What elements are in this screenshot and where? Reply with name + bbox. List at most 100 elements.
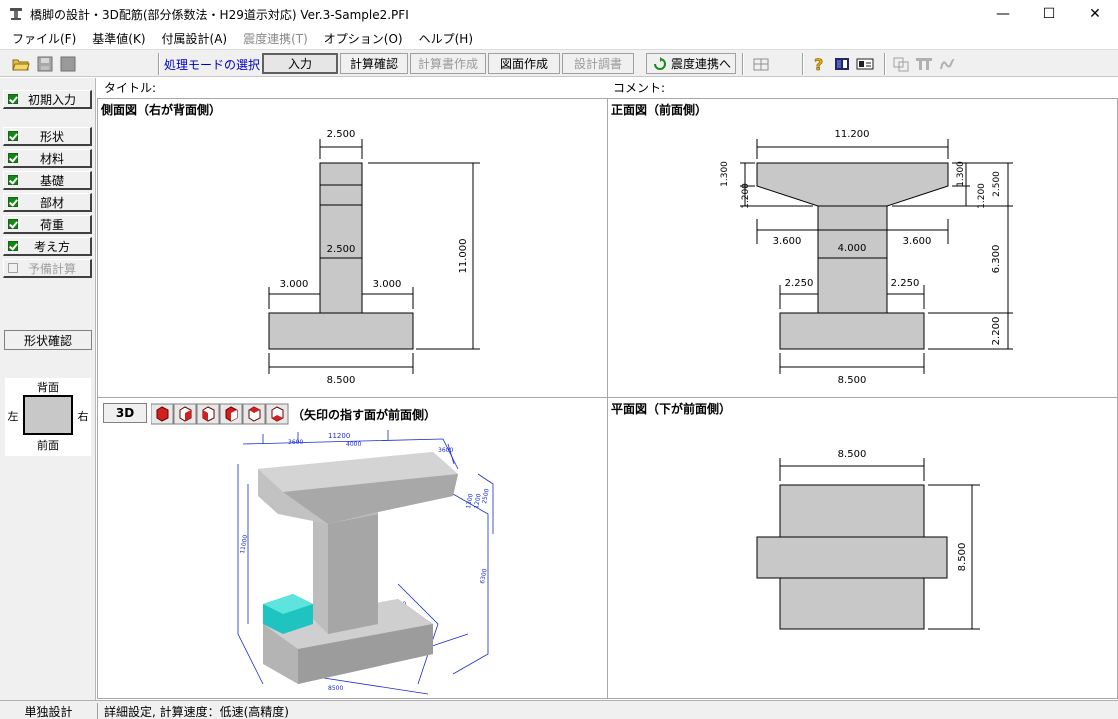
structure-icon[interactable] [750,53,772,75]
front-dim-footing: 2.200 [991,317,1002,346]
sidebar-item-approach[interactable]: 考え方 [3,237,92,256]
menu-help[interactable]: ヘルプ(H) [411,30,481,47]
input-mode-button[interactable]: 入力 [262,53,338,74]
side-view-title: 側面図（右が背面側） [101,103,222,117]
front-view-drawing: 11.200 1.300 1.200 1.300 1.200 2.500 3.6… [720,129,1013,386]
open-folder-icon[interactable] [10,53,32,75]
front-dim-h5: 2.500 [992,171,1002,197]
sidebar-item-preliminary-calc[interactable]: 予備計算 [3,259,92,278]
refresh-icon [654,56,666,70]
front-dim-inner-right: 2.250 [891,278,920,289]
close-button[interactable]: ✕ [1072,0,1118,28]
mode-select-label: 処理モードの選択 [164,58,261,72]
help-question-icon[interactable]: ? [808,53,830,75]
front-dim-h1: 1.300 [720,161,730,187]
menu-file[interactable]: ファイル(F) [4,30,84,47]
save-icon[interactable] [34,53,56,75]
view-front-cube-icon[interactable] [151,403,174,425]
orient-right: 右 [78,409,89,423]
seismic-link-label: 震度連携へ [671,57,732,71]
3d-note: （矢印の指す面が前面側） [292,408,437,422]
minimize-button[interactable]: — [980,0,1026,28]
plan-dim-right: 8.500 [957,543,968,572]
view-left-cube-icon[interactable] [219,403,243,425]
status-detail: 詳細設定, 計算速度：低速(高精度) [104,704,289,719]
menu-standard[interactable]: 基準値(K) [84,30,153,47]
checked-icon [8,219,18,229]
view-right-cube-icon[interactable] [173,403,197,425]
checked-icon [8,94,18,104]
sidebar-item-material[interactable]: 材料 [3,149,92,168]
svg-text:?: ? [814,55,823,73]
maximize-button[interactable]: ☐ [1026,0,1072,28]
sidebar-item-label: 予備計算 [27,261,76,276]
design-report-button[interactable]: 設計調書 [562,53,634,74]
app-icon [10,8,22,20]
checked-icon [8,197,18,207]
view-3d-pane: 3D （矢印の指す面が前面側） 11200 3600 4000 3600 130… [97,397,608,699]
orient-left: 左 [8,410,19,423]
spring-icon[interactable] [936,53,958,75]
plan-view-pane: 平面図（下が前面側） 8.500 8.500 [607,397,1118,699]
copy-icon[interactable] [890,53,912,75]
view-back-cube-icon[interactable] [196,403,220,425]
plan-view-title: 平面図（下が前面側） [611,402,732,416]
calc-check-button[interactable]: 計算確認 [340,53,408,74]
sidebar-item-foundation[interactable]: 基礎 [3,171,92,190]
view-top-cube-icon[interactable] [242,403,266,425]
3d-dim-l1: 3600 [288,439,303,446]
side-dim-bottom: 8.500 [327,375,356,386]
front-dim-top: 11.200 [835,129,870,140]
sidebar-item-initial-input[interactable]: 初期入力 [3,90,92,109]
sidebar-item-member[interactable]: 部材 [3,193,92,212]
side-dim-top: 2.500 [327,129,356,140]
3d-dim-v2: 6300 [479,568,489,584]
checked-icon [8,241,18,251]
seismic-link-button[interactable]: 震度連携へ [646,53,736,74]
view-cube-icons [151,403,289,425]
front-dim-right: 3.600 [903,236,932,247]
side-dim-mid: 2.500 [327,244,356,255]
orient-front: 前面 [37,438,59,452]
side-view-drawing: 2.500 2.500 3.000 3.000 11.000 8.500 [268,129,480,386]
menu-seismic-link[interactable]: 震度連携(T) [235,30,316,47]
title-label: タイトル: [104,81,157,95]
front-dim-inner-left: 2.250 [785,278,814,289]
status-mode: 単独設計 [0,703,98,719]
menu-attached-design[interactable]: 付属設計(A) [154,30,236,47]
front-dim-col: 6.300 [991,245,1002,274]
sidebar-item-label: 材料 [39,151,64,166]
left-panel: 初期入力 形状 材料 基礎 部材 荷重 考え方 予備計算 形状確認 背面 左 右… [0,78,96,700]
sidebar-item-label: 初期入力 [27,92,76,107]
orient-back: 背面 [37,380,59,394]
front-dim-mid: 4.000 [838,243,867,254]
sidebar-item-load[interactable]: 荷重 [3,215,92,234]
toolbar: 処理モードの選択 入力 計算確認 計算書作成 図面作成 設計調書 震度連携へ ? [0,49,1118,77]
orientation-indicator: 背面 左 右 前面 [5,378,91,456]
menu-options[interactable]: オプション(O) [316,30,411,47]
info-card-icon[interactable] [854,53,876,75]
view-bottom-cube-icon[interactable] [265,403,289,425]
title-bar: 橋脚の設計・3D配筋(部分係数法・H29道示対応) Ver.3-Sample2.… [0,0,1118,28]
pier-icon[interactable] [913,53,935,75]
comment-label: コメント: [613,81,666,95]
side-dim-right: 3.000 [373,279,402,290]
sidebar-item-label: 荷重 [39,217,64,232]
drawing-create-button[interactable]: 図面作成 [488,53,560,74]
sidebar-item-shape[interactable]: 形状 [3,127,92,146]
side-dim-left: 3.000 [280,279,309,290]
plan-view-drawing: 8.500 8.500 [756,449,980,630]
manual-book-icon[interactable] [831,53,853,75]
menu-bar: ファイル(F) 基準値(K) 付属設計(A) 震度連携(T) オプション(O) … [0,28,1118,48]
stop-icon[interactable] [57,53,79,75]
sidebar-item-label: 考え方 [33,239,70,254]
window-title: 橋脚の設計・3D配筋(部分係数法・H29道示対応) Ver.3-Sample2.… [30,7,409,22]
front-dim-h4: 1.200 [977,183,987,209]
report-create-button[interactable]: 計算書作成 [410,53,486,74]
checked-icon [8,153,18,163]
plan-dim-top: 8.500 [838,449,867,460]
sidebar-item-label: 基礎 [39,173,64,188]
pier-3d-model[interactable]: 11200 3600 4000 3600 1300 1200 2500 1100… [98,424,607,698]
3d-toggle-button[interactable]: 3D [103,403,147,423]
shape-check-button[interactable]: 形状確認 [4,330,92,350]
